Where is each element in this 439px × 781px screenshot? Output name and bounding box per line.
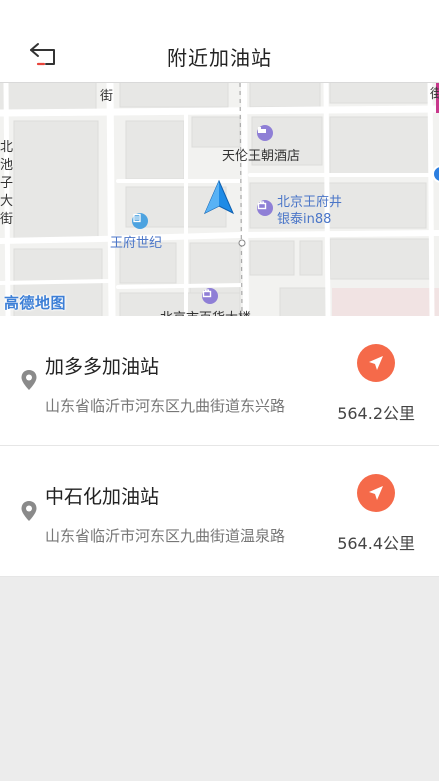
navigate-arrow-icon	[369, 486, 383, 500]
shopping-poi-icon[interactable]	[257, 200, 273, 216]
map-label-street-top: 街	[100, 89, 114, 104]
station-distance: 564.2公里	[337, 404, 415, 423]
map-label-intime: 银泰in88	[277, 212, 332, 227]
station-distance: 564.4公里	[337, 534, 415, 553]
map-label-wangfu-century: 王府世纪	[110, 236, 163, 251]
department-store-poi-icon[interactable]	[202, 288, 218, 304]
station-name: 中石化加油站	[45, 486, 160, 508]
list-item[interactable]: 中石化加油站 山东省临沂市河东区九曲街道温泉路 564.4公里	[0, 446, 439, 577]
hotel-poi-icon[interactable]	[257, 125, 273, 141]
station-list: 加多多加油站 山东省临沂市河东区九曲街道东兴路 564.2公里 中石化加油站 山…	[0, 316, 439, 577]
map-label-beichizi-street: 北池子大街	[0, 140, 14, 227]
navigate-button[interactable]	[357, 344, 395, 382]
map-label-street-right: 街	[430, 87, 439, 102]
list-item[interactable]: 加多多加油站 山东省临沂市河东区九曲街道东兴路 564.2公里	[0, 316, 439, 446]
map-label-hotel: 天伦王朝酒店	[222, 149, 301, 164]
navigate-button[interactable]	[357, 474, 395, 512]
station-name: 加多多加油站	[45, 356, 160, 378]
navigate-arrow-icon	[369, 356, 383, 370]
amap-logo: 高德地图	[4, 294, 67, 312]
station-address: 山东省临沂市河东区九曲街道东兴路	[45, 397, 286, 415]
page-title: 附近加油站	[167, 46, 272, 70]
map-label-dept-store: 北京市百货大楼	[160, 307, 251, 316]
current-location-arrow-icon	[203, 179, 235, 215]
app-header: 附近加油站	[0, 0, 439, 83]
building-poi-icon[interactable]	[132, 213, 148, 229]
station-address: 山东省临沂市河东区九曲街道温泉路	[45, 527, 286, 545]
map-view[interactable]: 街 街 北池子大街 天伦王朝酒店 北京王府井 银泰in88 王府世纪 北京市百货…	[0, 83, 439, 316]
location-pin-icon	[21, 370, 37, 390]
location-pin-icon	[21, 501, 37, 521]
